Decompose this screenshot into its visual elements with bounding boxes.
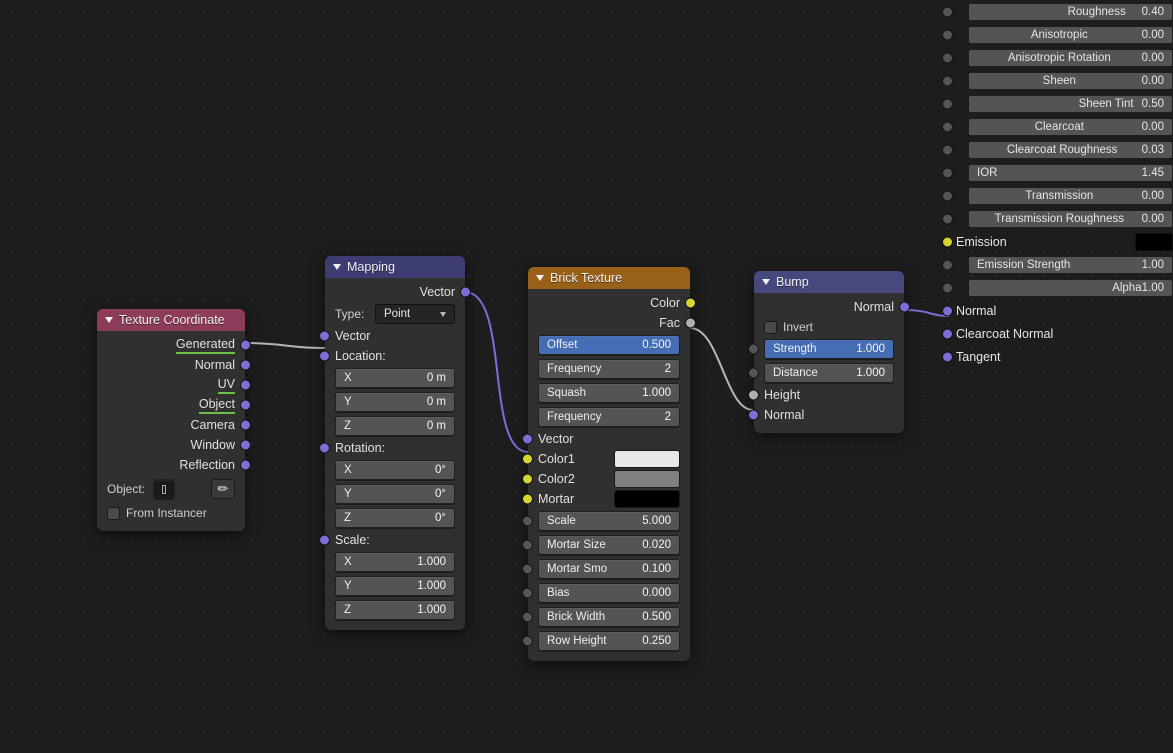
clearcoat-roughness-slider[interactable]: Clearcoat Roughness0.03 bbox=[968, 141, 1173, 159]
node-header[interactable]: Mapping bbox=[325, 256, 465, 278]
scale-field[interactable]: Scale5.000 bbox=[538, 511, 680, 531]
location-y[interactable]: Y0 m bbox=[335, 392, 455, 412]
rotation-x[interactable]: X0° bbox=[335, 460, 455, 480]
scale-z[interactable]: Z1.000 bbox=[335, 600, 455, 620]
from-instancer-checkbox[interactable] bbox=[107, 507, 120, 520]
chevron-down-icon bbox=[333, 264, 341, 270]
eyedropper-icon: ✎ bbox=[213, 479, 232, 498]
emission-label: Emission bbox=[956, 235, 1135, 249]
socket-location[interactable]: Location: bbox=[325, 346, 465, 366]
anisotropic-slider[interactable]: Anisotropic0.00 bbox=[968, 26, 1173, 44]
frequency2-field[interactable]: Frequency2 bbox=[538, 407, 680, 427]
eyedropper-button[interactable]: ✎ bbox=[211, 479, 235, 499]
chevron-down-icon bbox=[762, 279, 770, 285]
location-x[interactable]: X0 m bbox=[335, 368, 455, 388]
strength-field[interactable]: Strength1.000 bbox=[764, 339, 894, 359]
clearcoat-slider[interactable]: Clearcoat0.00 bbox=[968, 118, 1173, 136]
object-field-label: Object: bbox=[107, 482, 145, 496]
node-header[interactable]: Brick Texture bbox=[528, 267, 690, 289]
chevron-down-icon bbox=[440, 312, 446, 317]
transmission-slider[interactable]: Transmission0.00 bbox=[968, 187, 1173, 205]
mortar-smooth-field[interactable]: Mortar Smo0.100 bbox=[538, 559, 680, 579]
location-z[interactable]: Z0 m bbox=[335, 416, 455, 436]
node-principled-bsdf[interactable]: Roughness0.40 Anisotropic0.00 Anisotropi… bbox=[948, 0, 1173, 368]
socket-normal[interactable]: Normal bbox=[97, 355, 245, 375]
sheen-slider[interactable]: Sheen0.00 bbox=[968, 72, 1173, 90]
object-picker[interactable] bbox=[153, 479, 175, 499]
node-title: Bump bbox=[776, 275, 809, 289]
invert-checkbox[interactable] bbox=[764, 321, 777, 334]
mortar-size-field[interactable]: Mortar Size0.020 bbox=[538, 535, 680, 555]
node-header[interactable]: Texture Coordinate bbox=[97, 309, 245, 331]
socket-generated[interactable]: Generated bbox=[97, 335, 245, 355]
socket-out-color[interactable]: Color bbox=[528, 293, 690, 313]
socket-object[interactable]: Object bbox=[97, 395, 245, 415]
socket-in-vector[interactable]: Vector bbox=[528, 429, 690, 449]
offset-field[interactable]: Offset0.500 bbox=[538, 335, 680, 355]
clearcoat-normal-label[interactable]: Clearcoat Normal bbox=[956, 327, 1173, 341]
frequency1-field[interactable]: Frequency2 bbox=[538, 359, 680, 379]
transmission-roughness-slider[interactable]: Transmission Roughness0.00 bbox=[968, 210, 1173, 228]
scale-x[interactable]: X1.000 bbox=[335, 552, 455, 572]
type-dropdown[interactable]: Point bbox=[375, 304, 455, 324]
mortar-swatch[interactable] bbox=[614, 490, 680, 508]
ior-slider[interactable]: IOR1.45 bbox=[968, 164, 1173, 182]
socket-window[interactable]: Window bbox=[97, 435, 245, 455]
socket-scale[interactable]: Scale: bbox=[325, 530, 465, 550]
socket-mortar[interactable]: Mortar bbox=[528, 489, 690, 509]
color2-swatch[interactable] bbox=[614, 470, 680, 488]
chevron-down-icon bbox=[536, 275, 544, 281]
node-header[interactable]: Bump bbox=[754, 271, 904, 293]
node-mapping[interactable]: Mapping Vector Type: Point Vector Locati… bbox=[325, 256, 465, 630]
socket-rotation[interactable]: Rotation: bbox=[325, 438, 465, 458]
squash-field[interactable]: Squash1.000 bbox=[538, 383, 680, 403]
anisotropic-rotation-slider[interactable]: Anisotropic Rotation0.00 bbox=[968, 49, 1173, 67]
node-brick-texture[interactable]: Brick Texture Color Fac Offset0.500 Freq… bbox=[528, 267, 690, 661]
node-title: Brick Texture bbox=[550, 271, 622, 285]
node-title: Mapping bbox=[347, 260, 395, 274]
sheen-tint-slider[interactable]: Sheen Tint0.50 bbox=[968, 95, 1173, 113]
socket-out-normal[interactable]: Normal bbox=[754, 297, 904, 317]
row-height-field[interactable]: Row Height0.250 bbox=[538, 631, 680, 651]
chevron-down-icon bbox=[105, 317, 113, 323]
alpha-slider[interactable]: Alpha1.00 bbox=[968, 279, 1173, 297]
socket-color1[interactable]: Color1 bbox=[528, 449, 690, 469]
color1-swatch[interactable] bbox=[614, 450, 680, 468]
socket-in-vector[interactable]: Vector bbox=[325, 326, 465, 346]
socket-camera[interactable]: Camera bbox=[97, 415, 245, 435]
emission-color[interactable] bbox=[1135, 233, 1173, 251]
socket-out-vector[interactable]: Vector bbox=[325, 282, 465, 302]
socket-out-fac[interactable]: Fac bbox=[528, 313, 690, 333]
node-title: Texture Coordinate bbox=[119, 313, 225, 327]
socket-height[interactable]: Height bbox=[754, 385, 904, 405]
normal-label[interactable]: Normal bbox=[956, 304, 1173, 318]
rotation-z[interactable]: Z0° bbox=[335, 508, 455, 528]
node-texture-coordinate[interactable]: Texture Coordinate Generated Normal UV O… bbox=[97, 309, 245, 531]
socket-uv[interactable]: UV bbox=[97, 375, 245, 395]
node-bump[interactable]: Bump Normal Invert Strength1.000 Distanc… bbox=[754, 271, 904, 433]
distance-field[interactable]: Distance1.000 bbox=[764, 363, 894, 383]
bias-field[interactable]: Bias0.000 bbox=[538, 583, 680, 603]
socket-reflection[interactable]: Reflection bbox=[97, 455, 245, 475]
tangent-label[interactable]: Tangent bbox=[956, 350, 1173, 364]
brick-width-field[interactable]: Brick Width0.500 bbox=[538, 607, 680, 627]
rotation-y[interactable]: Y0° bbox=[335, 484, 455, 504]
from-instancer-label: From Instancer bbox=[126, 506, 207, 520]
roughness-slider[interactable]: Roughness0.40 bbox=[968, 3, 1173, 21]
scale-y[interactable]: Y1.000 bbox=[335, 576, 455, 596]
socket-scale[interactable]: Scale5.000 bbox=[528, 509, 690, 533]
socket-color2[interactable]: Color2 bbox=[528, 469, 690, 489]
socket-normal[interactable]: Normal bbox=[754, 405, 904, 425]
emission-strength-slider[interactable]: Emission Strength1.00 bbox=[968, 256, 1173, 274]
